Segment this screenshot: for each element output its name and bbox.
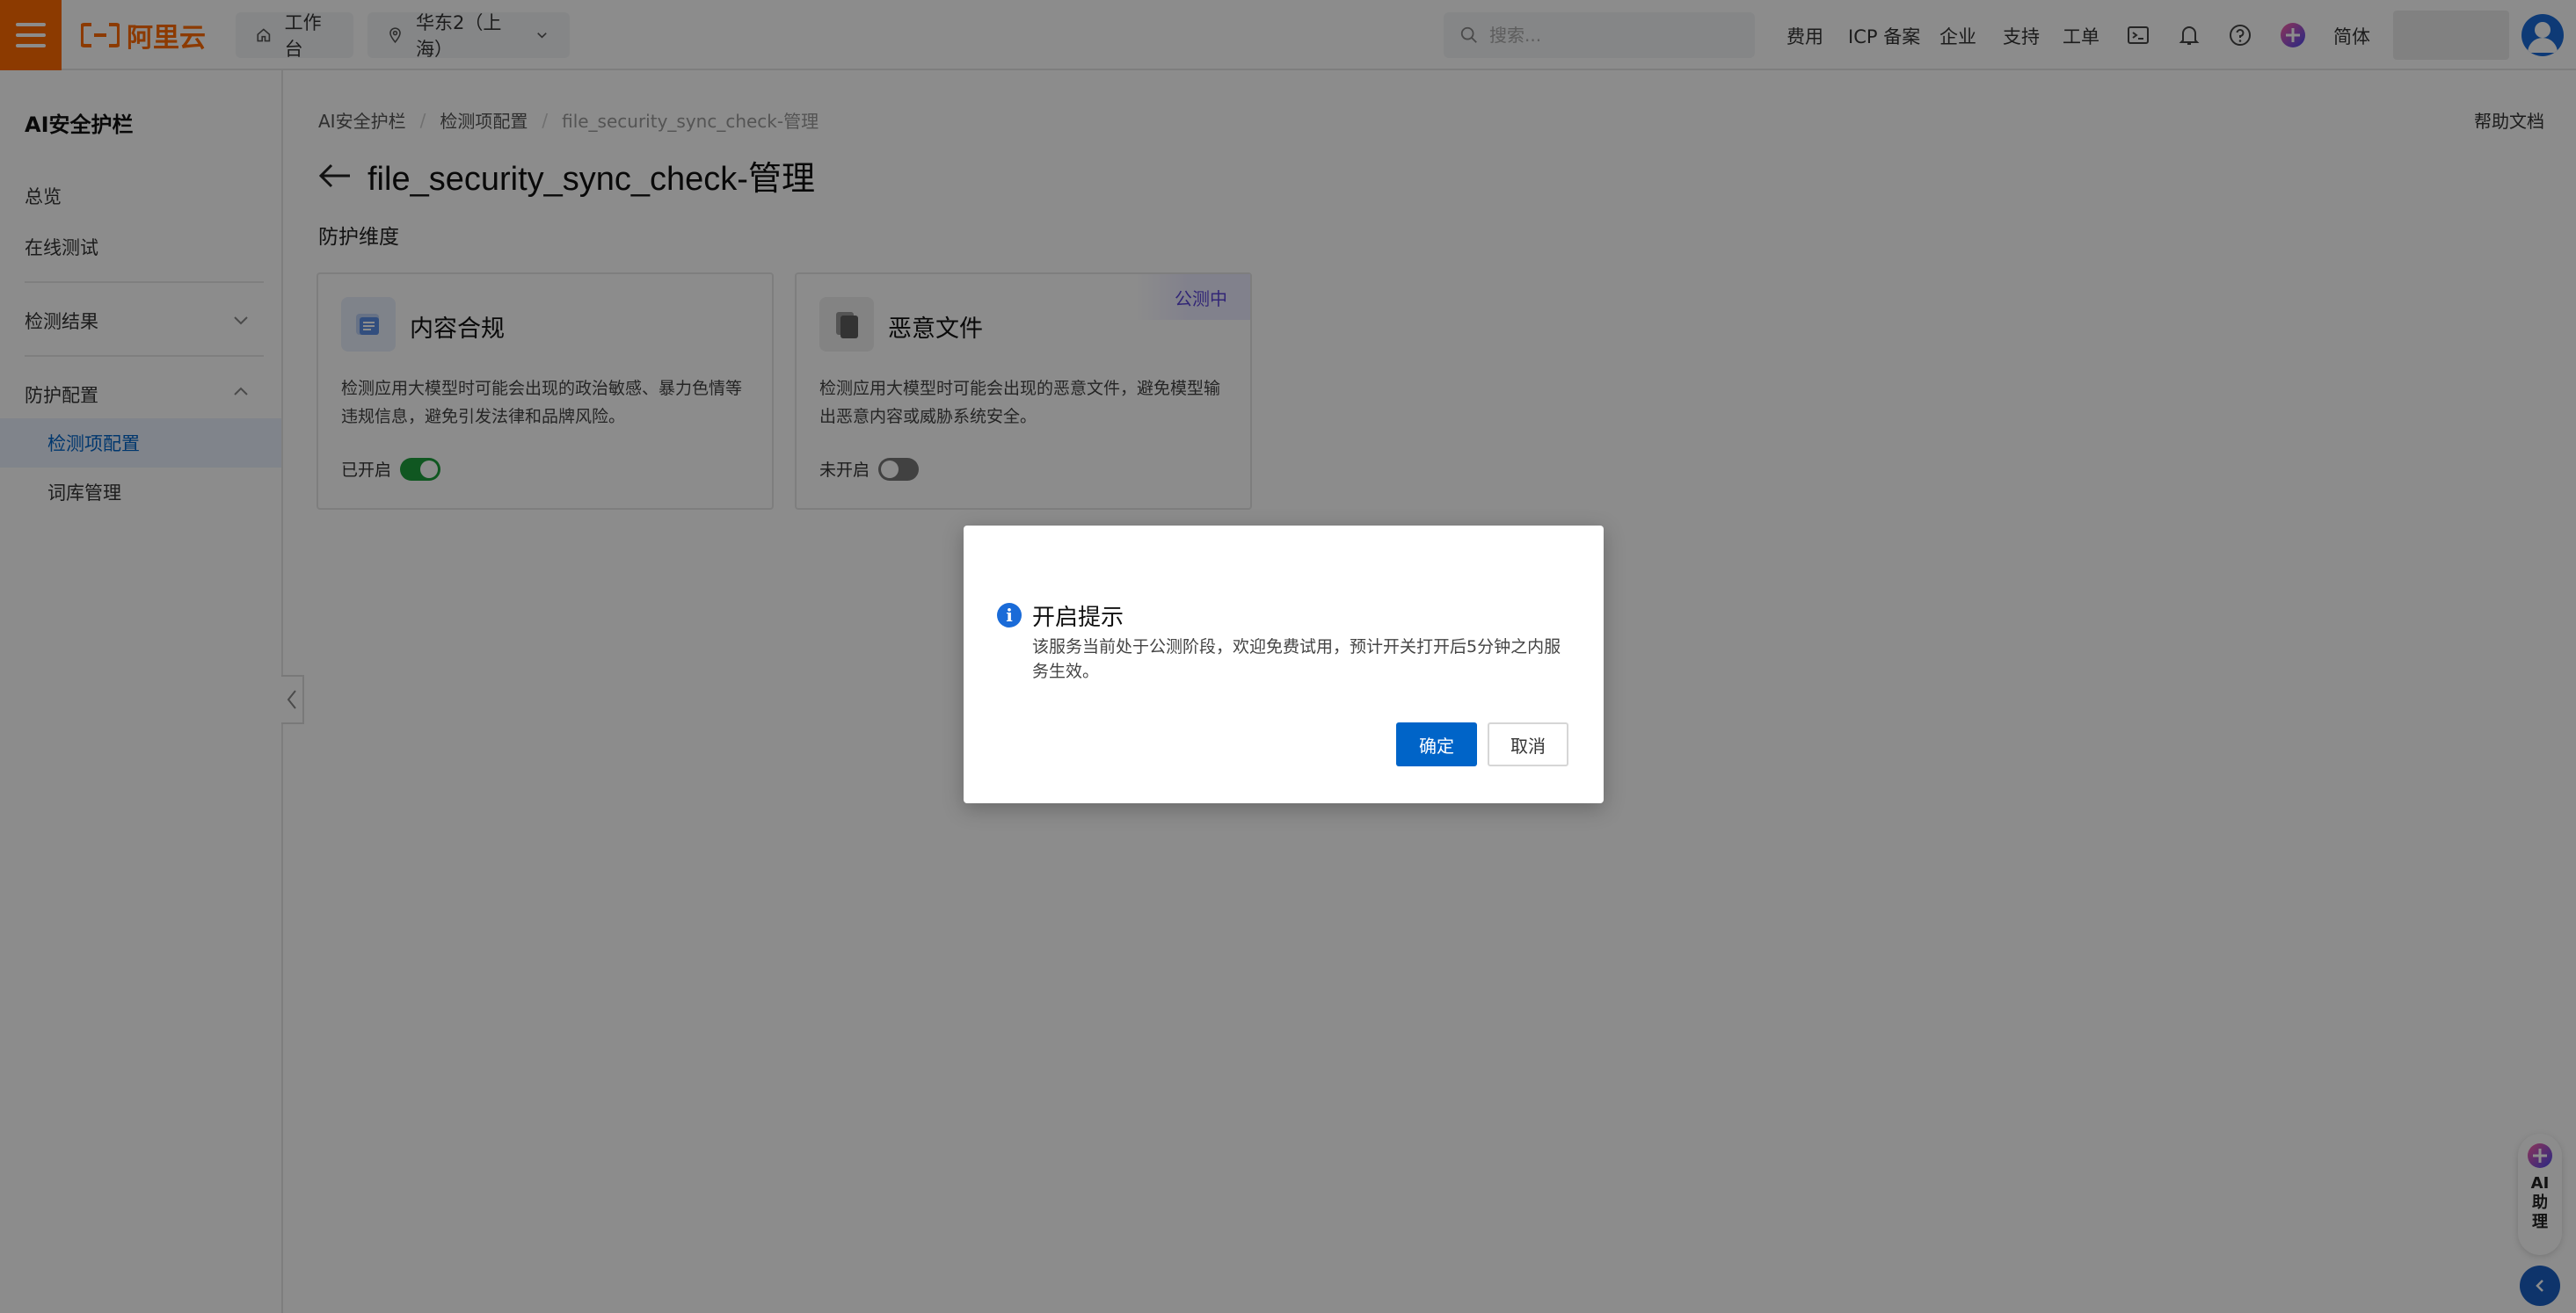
info-icon: i (997, 603, 1022, 627)
confirm-button[interactable]: 确定 (1396, 722, 1477, 766)
dialog-message: 该服务当前处于公测阶段，欢迎免费试用，预计开关打开后5分钟之内服务生效。 (1032, 637, 1561, 681)
enable-confirm-dialog: i 开启提示 该服务当前处于公测阶段，欢迎免费试用，预计开关打开后5分钟之内服务… (964, 526, 1604, 803)
cancel-button[interactable]: 取消 (1488, 722, 1568, 766)
dialog-title: 开启提示 (1032, 605, 1124, 631)
